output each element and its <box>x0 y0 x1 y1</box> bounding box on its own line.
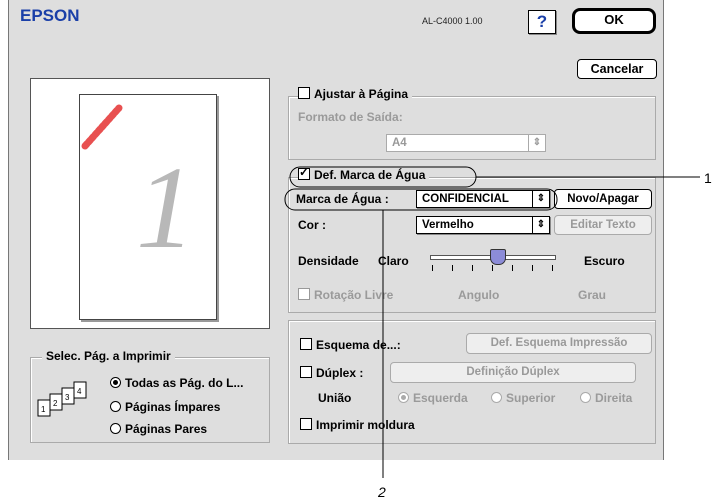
callout-lines <box>284 166 700 478</box>
callout-1: 1 <box>704 170 712 186</box>
callout-2: 2 <box>378 484 386 500</box>
